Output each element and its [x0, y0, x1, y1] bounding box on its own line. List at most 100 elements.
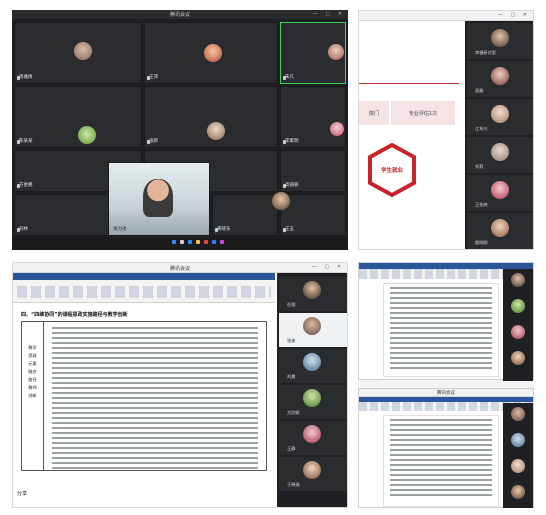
participant-avatar — [491, 105, 509, 123]
side-label: 思政 — [28, 353, 37, 358]
participant-name: 刘莉 — [475, 164, 484, 169]
text-line — [52, 437, 258, 439]
participant-avatar — [328, 44, 344, 60]
text-line — [52, 357, 258, 359]
window-title: 腾讯会议 — [169, 266, 190, 272]
side-label: 创新 — [28, 393, 37, 398]
participant-tile[interactable]: 王静 — [279, 421, 347, 455]
slide-share-panel: — ▢ ✕ 院门 专业评估1次 学生就业 李健研讨室 袁胤 江东川 刘莉 王依婷 — [358, 10, 534, 250]
speaker-video-tile[interactable]: 张力冰 — [108, 162, 210, 236]
text-line — [52, 372, 258, 374]
text-line — [390, 307, 492, 309]
participant-name: 于晓瑞 — [287, 482, 300, 487]
participant-name: 方金鹏 — [19, 183, 33, 188]
participant-avatar — [511, 299, 525, 313]
text-line — [390, 302, 492, 304]
participant-avatar — [491, 67, 509, 85]
participant-tile[interactable]: 王依婷 — [467, 175, 533, 211]
participant-sidebar — [503, 403, 533, 508]
text-line — [390, 489, 492, 491]
text-line — [52, 402, 258, 404]
gallery-window-controls[interactable]: — ▢ ✕ — [313, 11, 345, 17]
text-line — [52, 352, 258, 354]
participant-avatar — [74, 42, 92, 60]
text-line — [52, 347, 258, 349]
side-label: 元素 — [28, 361, 37, 366]
text-line — [390, 297, 492, 299]
text-line — [390, 464, 492, 466]
video-tile[interactable]: 黄晓东 — [212, 194, 278, 236]
window-controls[interactable]: — ▢ ✕ — [312, 264, 344, 270]
video-tile[interactable] — [15, 22, 17, 24]
side-label: 教师 — [28, 385, 37, 390]
text-line — [390, 357, 492, 359]
participant-tile[interactable]: 江东川 — [467, 99, 533, 135]
participant-tile[interactable]: 袁胤 — [467, 61, 533, 97]
doc-window-upper — [358, 262, 534, 381]
text-line — [52, 327, 258, 329]
participant-avatar — [511, 407, 525, 421]
participant-name: 王五 — [285, 227, 294, 232]
participant-tile[interactable]: 于晓瑞 — [279, 457, 347, 491]
participant-avatar — [303, 317, 321, 335]
text-line — [52, 387, 258, 389]
participant-tile[interactable]: 刘莉 — [467, 137, 533, 173]
side-label: 路径 — [28, 377, 37, 382]
participant-name: 袁胤 — [475, 88, 484, 93]
window-controls[interactable]: — ▢ ✕ — [498, 12, 530, 18]
participant-name: 颜刚刚 — [475, 240, 488, 245]
text-line — [52, 442, 258, 444]
browser-icon[interactable] — [188, 240, 192, 244]
text-line — [390, 479, 492, 481]
meeting-icon[interactable] — [212, 240, 216, 244]
text-line — [390, 367, 492, 369]
doc-footer-label: 分享 — [17, 491, 28, 497]
participant-tile[interactable]: 刘晨 — [279, 349, 347, 383]
search-icon[interactable] — [180, 240, 184, 244]
participant-avatar — [78, 126, 96, 144]
app-icon[interactable] — [220, 240, 224, 244]
document-page — [383, 415, 499, 507]
participant-avatar — [511, 485, 525, 499]
participant-avatar — [303, 281, 321, 299]
window-title: 腾讯会议 — [437, 391, 455, 396]
participant-name: 王依婷 — [475, 202, 488, 207]
folder-icon[interactable] — [196, 240, 200, 244]
participant-avatar — [491, 29, 509, 47]
text-line — [390, 287, 492, 289]
text-line — [390, 474, 492, 476]
text-line — [52, 422, 258, 424]
participant-avatar — [511, 273, 525, 287]
participant-sidebar — [503, 269, 533, 381]
participant-tile[interactable]: 颜刚刚 — [467, 213, 533, 249]
ribbon-tools[interactable] — [17, 286, 271, 298]
gallery-window-title: 腾讯会议 — [169, 12, 190, 18]
doc-heading: 四、“四维协同”的课程思政实施路径与教学创新 — [21, 312, 128, 318]
start-icon[interactable] — [172, 240, 176, 244]
participant-tile[interactable]: 方欣妮 — [279, 385, 347, 419]
text-line — [390, 337, 492, 339]
app-icon[interactable] — [204, 240, 208, 244]
video-tile[interactable]: 高丽丽 — [280, 150, 346, 192]
text-line — [390, 322, 492, 324]
participant-name: 李家明 — [285, 139, 299, 144]
participant-tile[interactable]: 张迪 — [279, 313, 347, 347]
text-line — [390, 434, 492, 436]
participant-name: 高丽丽 — [285, 183, 299, 188]
document-share-panel: 腾讯会议 — ▢ ✕ 四、“四维协同”的课程思政实施路径与教学创新 教学 思政 … — [12, 262, 348, 508]
window-titlebar: 腾讯会议 — ▢ ✕ — [13, 263, 347, 273]
participant-tile[interactable]: 任翔 — [279, 277, 347, 311]
participant-tile[interactable]: 李健研讨室 — [467, 23, 533, 59]
participant-avatar — [272, 192, 290, 210]
slide-tab-right: 专业评估1次 — [391, 101, 455, 125]
participant-avatar — [303, 353, 321, 371]
text-line — [390, 362, 492, 364]
meeting-gallery-panel: 腾讯会议 — ▢ ✕ 周雅倩 王萍 朱凡 陈某某 张新 李家明 方金鹏 韩彬彬 — [12, 10, 348, 250]
participant-avatar — [204, 44, 222, 62]
participant-name: 刘林 — [19, 227, 28, 232]
slide-area: 院门 专业评估1次 学生就业 — [359, 21, 463, 249]
participant-sidebar: 李健研讨室 袁胤 江东川 刘莉 王依婷 颜刚刚 — [465, 21, 533, 249]
participant-avatar — [303, 461, 321, 479]
video-tile[interactable]: 李家明 — [280, 86, 346, 148]
doc-window-lower: 腾讯会议 — [358, 388, 534, 508]
